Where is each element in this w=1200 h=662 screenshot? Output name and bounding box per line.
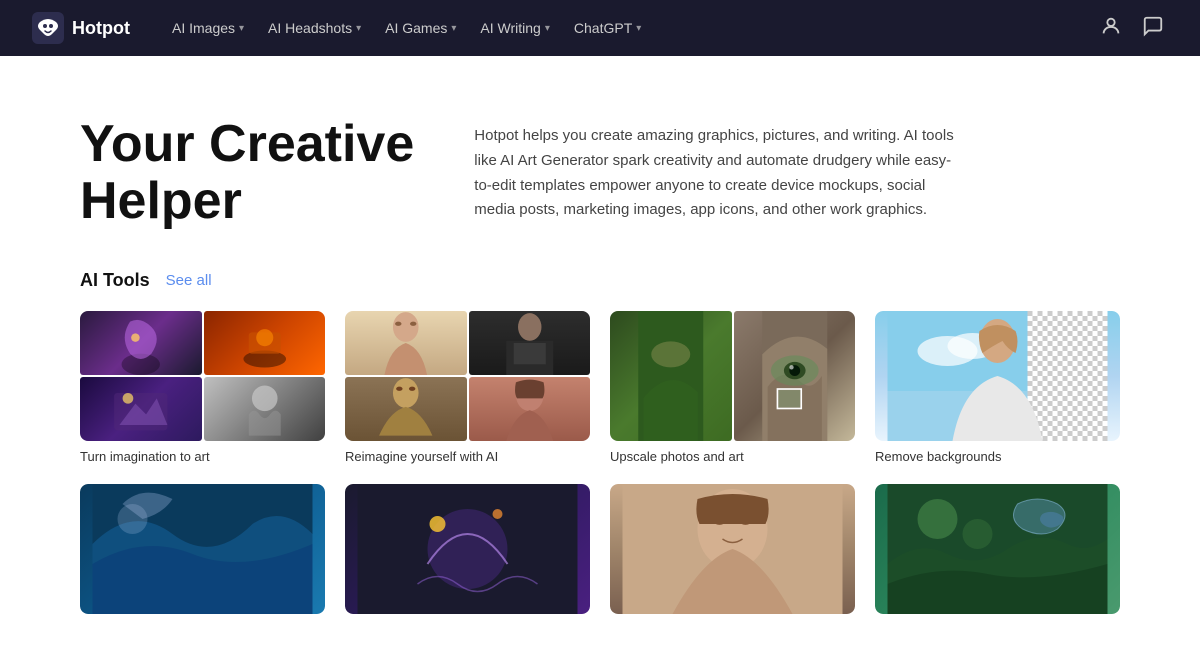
hero-title: Your Creative Helper bbox=[80, 116, 414, 230]
hero-title-block: Your Creative Helper bbox=[80, 116, 414, 230]
tool-image-2 bbox=[345, 311, 590, 441]
tool-image-3 bbox=[610, 311, 855, 441]
tool-label-1: Turn imagination to art bbox=[80, 449, 325, 464]
nav-links: AI Images ▾ AI Headshots ▾ AI Games ▾ AI… bbox=[162, 14, 1088, 42]
logo[interactable]: Hotpot bbox=[32, 12, 130, 44]
tool-card-6[interactable] bbox=[345, 484, 590, 622]
chat-icon[interactable] bbox=[1138, 11, 1168, 46]
nav-item-ai-writing[interactable]: AI Writing ▾ bbox=[470, 14, 559, 42]
hero-description-block: Hotpot helps you create amazing graphics… bbox=[474, 116, 954, 223]
tool-image-6 bbox=[345, 484, 590, 614]
tool-label-4: Remove backgrounds bbox=[875, 449, 1120, 464]
tool-image-5 bbox=[80, 484, 325, 614]
tool-label-3: Upscale photos and art bbox=[610, 449, 855, 464]
tool-card-8[interactable] bbox=[875, 484, 1120, 622]
tools-header: AI Tools See all bbox=[80, 270, 1120, 291]
chevron-down-icon: ▾ bbox=[636, 23, 641, 34]
hero-description: Hotpot helps you create amazing graphics… bbox=[474, 124, 954, 223]
tools-section: AI Tools See all bbox=[0, 270, 1200, 662]
nav-item-ai-headshots[interactable]: AI Headshots ▾ bbox=[258, 14, 371, 42]
tool-label-2: Reimagine yourself with AI bbox=[345, 449, 590, 464]
see-all-link[interactable]: See all bbox=[166, 272, 212, 289]
nav-item-chatgpt[interactable]: ChatGPT ▾ bbox=[564, 14, 651, 42]
chevron-down-icon: ▾ bbox=[356, 23, 361, 34]
tool-image-7 bbox=[610, 484, 855, 614]
tool-card-reimagine[interactable]: Reimagine yourself with AI bbox=[345, 311, 590, 464]
tool-image-1 bbox=[80, 311, 325, 441]
tools-heading: AI Tools bbox=[80, 270, 150, 291]
nav-right bbox=[1096, 11, 1168, 46]
hero-section: Your Creative Helper Hotpot helps you cr… bbox=[0, 56, 1200, 270]
tool-card-7[interactable] bbox=[610, 484, 855, 622]
chevron-down-icon: ▾ bbox=[239, 23, 244, 34]
tool-card-5[interactable] bbox=[80, 484, 325, 622]
tool-card-upscale[interactable]: Upscale photos and art bbox=[610, 311, 855, 464]
navbar: Hotpot AI Images ▾ AI Headshots ▾ AI Gam… bbox=[0, 0, 1200, 56]
tool-card-imagination[interactable]: Turn imagination to art bbox=[80, 311, 325, 464]
chevron-down-icon: ▾ bbox=[545, 23, 550, 34]
nav-item-ai-games[interactable]: AI Games ▾ bbox=[375, 14, 466, 42]
tool-image-4 bbox=[875, 311, 1120, 441]
nav-item-ai-images[interactable]: AI Images ▾ bbox=[162, 14, 254, 42]
user-icon[interactable] bbox=[1096, 11, 1126, 46]
logo-text: Hotpot bbox=[72, 18, 130, 39]
chevron-down-icon: ▾ bbox=[451, 23, 456, 34]
tool-card-remove-bg[interactable]: Remove backgrounds bbox=[875, 311, 1120, 464]
tool-image-8 bbox=[875, 484, 1120, 614]
tools-grid: Turn imagination to art bbox=[80, 311, 1120, 622]
